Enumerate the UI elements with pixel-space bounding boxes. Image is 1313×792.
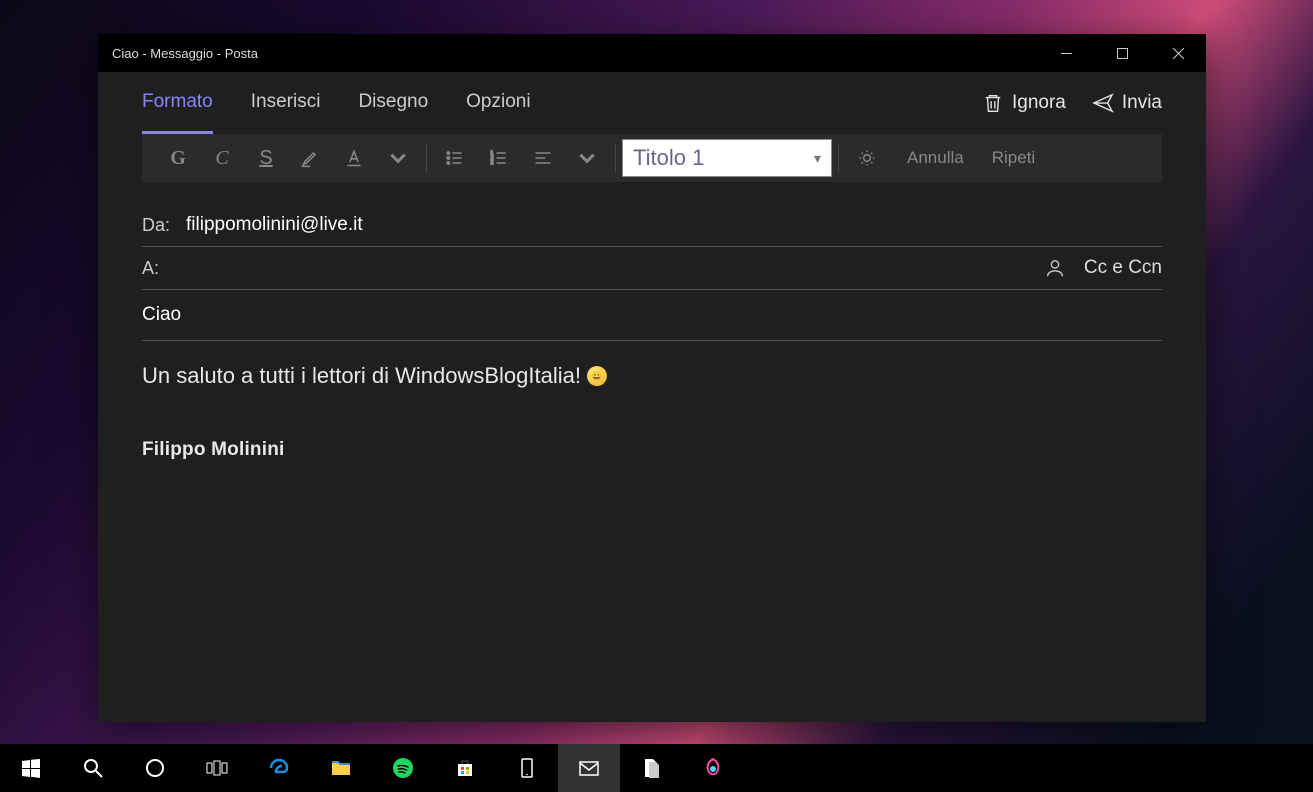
to-field[interactable]: A: Cc e Ccn xyxy=(142,247,1162,290)
primary-actions: Ignora Invia xyxy=(982,92,1162,114)
minimize-button[interactable] xyxy=(1038,34,1094,72)
chevron-down-icon xyxy=(577,148,597,168)
font-more-button[interactable] xyxy=(376,134,420,182)
ribbon-tabs: Formato Inserisci Disegno Opzioni xyxy=(142,72,531,134)
from-label: Da: xyxy=(142,215,186,236)
message-body[interactable]: Un saluto a tutti i lettori di WindowsBl… xyxy=(142,341,1162,722)
paint-app[interactable] xyxy=(682,744,744,792)
align-button[interactable] xyxy=(521,134,565,182)
mail-compose-window: Ciao - Messaggio - Posta Formato Inseris… xyxy=(98,34,1206,722)
chevron-down-icon xyxy=(388,148,408,168)
send-button[interactable]: Invia xyxy=(1092,92,1162,114)
paragraph-more-button[interactable] xyxy=(565,134,609,182)
send-label: Invia xyxy=(1122,92,1162,114)
undo-button[interactable]: Annulla xyxy=(889,148,974,168)
divider xyxy=(426,143,427,173)
italic-button[interactable]: C xyxy=(200,134,244,182)
signature: Filippo Molinini xyxy=(142,439,1162,461)
brightness-icon xyxy=(857,148,877,168)
tab-format[interactable]: Formato xyxy=(142,72,213,134)
highlight-button[interactable] xyxy=(288,134,332,182)
documents-app[interactable] xyxy=(620,744,682,792)
folder-icon xyxy=(329,756,353,780)
divider xyxy=(838,143,839,173)
mail-icon xyxy=(577,756,601,780)
minimize-icon xyxy=(1061,48,1072,59)
numbered-list-button[interactable]: 123 xyxy=(477,134,521,182)
undo-label: Annulla xyxy=(907,148,964,168)
cc-bcc-toggle[interactable]: Cc e Ccn xyxy=(1084,257,1162,279)
underline-button[interactable]: S xyxy=(244,134,288,182)
svg-text:3: 3 xyxy=(491,161,494,167)
menubar: Formato Inserisci Disegno Opzioni Ignora… xyxy=(142,72,1162,134)
window-controls xyxy=(1038,34,1206,72)
spotify-icon xyxy=(391,756,415,780)
redo-label: Ripeti xyxy=(992,148,1035,168)
grin-emoji-icon: 😀 xyxy=(587,366,607,386)
discard-button[interactable]: Ignora xyxy=(982,92,1066,114)
subject-value: Ciao xyxy=(142,304,181,325)
discard-label: Ignora xyxy=(1012,92,1066,114)
body-line: Un saluto a tutti i lettori di WindowsBl… xyxy=(142,363,1162,389)
mail-app[interactable] xyxy=(558,744,620,792)
taskview-button[interactable] xyxy=(186,744,248,792)
cortana-icon xyxy=(143,756,167,780)
style-select[interactable]: Titolo 1 ▾ xyxy=(622,139,832,177)
format-toolbar: G C S 123 xyxy=(142,134,1162,182)
tab-draw[interactable]: Disegno xyxy=(358,72,428,134)
spotify-app[interactable] xyxy=(372,744,434,792)
tab-insert[interactable]: Inserisci xyxy=(251,72,321,134)
font-color-icon xyxy=(344,148,364,168)
highlight-icon xyxy=(300,148,320,168)
align-icon xyxy=(533,148,553,168)
titlebar[interactable]: Ciao - Messaggio - Posta xyxy=(98,34,1206,72)
bullet-list-button[interactable] xyxy=(433,134,477,182)
to-right-controls: Cc e Ccn xyxy=(1044,257,1162,279)
bullet-list-icon xyxy=(445,148,465,168)
taskbar[interactable] xyxy=(0,744,1313,792)
maximize-button[interactable] xyxy=(1094,34,1150,72)
numbered-list-icon: 123 xyxy=(489,148,509,168)
close-icon xyxy=(1173,48,1184,59)
cortana-button[interactable] xyxy=(124,744,186,792)
explorer-app[interactable] xyxy=(310,744,372,792)
search-icon xyxy=(81,756,105,780)
contact-icon[interactable] xyxy=(1044,257,1066,279)
bold-button[interactable]: G xyxy=(156,134,200,182)
trash-icon xyxy=(982,92,1004,114)
from-value: filippomolinini@live.it xyxy=(186,214,1162,236)
from-field[interactable]: Da: filippomolinini@live.it xyxy=(142,204,1162,247)
body-text: Un saluto a tutti i lettori di WindowsBl… xyxy=(142,363,581,389)
edge-icon xyxy=(267,756,291,780)
phone-icon xyxy=(515,756,539,780)
window-title: Ciao - Messaggio - Posta xyxy=(112,46,258,61)
chevron-down-icon: ▾ xyxy=(814,150,821,167)
style-selected: Titolo 1 xyxy=(633,145,704,171)
divider xyxy=(615,143,616,173)
edge-app[interactable] xyxy=(248,744,310,792)
store-icon xyxy=(453,756,477,780)
app-body: Formato Inserisci Disegno Opzioni Ignora… xyxy=(98,72,1206,722)
documents-icon xyxy=(639,756,663,780)
subject-field[interactable]: Ciao xyxy=(142,290,1162,341)
phone-app[interactable] xyxy=(496,744,558,792)
paint-icon xyxy=(701,756,725,780)
desktop: Ciao - Messaggio - Posta Formato Inseris… xyxy=(0,0,1313,792)
search-button[interactable] xyxy=(62,744,124,792)
tab-options[interactable]: Opzioni xyxy=(466,72,530,134)
send-icon xyxy=(1092,92,1114,114)
redo-button[interactable]: Ripeti xyxy=(974,148,1045,168)
store-app[interactable] xyxy=(434,744,496,792)
to-label: A: xyxy=(142,258,186,279)
maximize-icon xyxy=(1117,48,1128,59)
font-color-button[interactable] xyxy=(332,134,376,182)
start-button[interactable] xyxy=(0,744,62,792)
windows-icon xyxy=(19,756,43,780)
header-fields: Da: filippomolinini@live.it A: Cc e Ccn … xyxy=(142,182,1162,341)
close-button[interactable] xyxy=(1150,34,1206,72)
taskview-icon xyxy=(205,756,229,780)
brightness-button[interactable] xyxy=(845,134,889,182)
